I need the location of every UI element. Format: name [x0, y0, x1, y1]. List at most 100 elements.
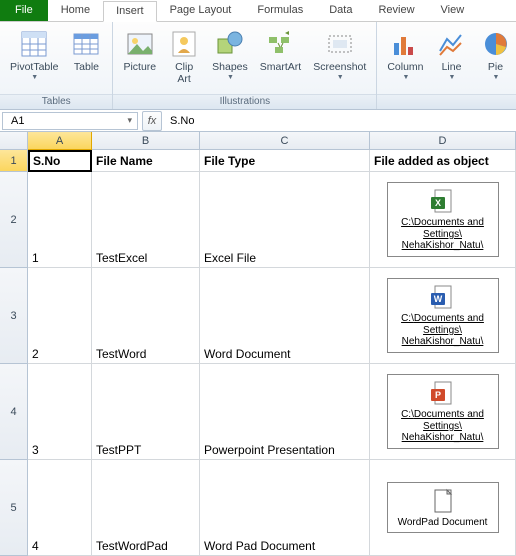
- tab-home[interactable]: Home: [48, 0, 103, 21]
- picture-button[interactable]: Picture: [117, 26, 162, 76]
- clipart-icon: [168, 28, 200, 60]
- ribbon-tabs: File Home Insert Page Layout Formulas Da…: [0, 0, 516, 22]
- dropdown-icon: ▼: [337, 74, 344, 81]
- tab-pagelayout[interactable]: Page Layout: [157, 0, 245, 21]
- col-header-C[interactable]: C: [200, 132, 370, 150]
- screenshot-icon: [324, 28, 356, 60]
- dropdown-icon: ▼: [449, 74, 456, 81]
- object-path-label: C:\Documents and Settings\NehaKishor_Nat…: [390, 313, 496, 348]
- pivottable-icon: [18, 28, 50, 60]
- cell-D1[interactable]: File added as object: [370, 150, 516, 172]
- smartart-button[interactable]: SmartArt: [254, 26, 307, 76]
- dropdown-icon: ▼: [227, 74, 234, 81]
- pie-label: Pie: [488, 62, 503, 74]
- cell-D4[interactable]: P C:\Documents and Settings\NehaKishor_Na…: [370, 364, 516, 460]
- word-file-icon: W: [429, 283, 457, 311]
- name-box[interactable]: A1: [2, 112, 138, 130]
- col-header-B[interactable]: B: [92, 132, 200, 150]
- group-tables-label: Tables: [0, 94, 112, 109]
- line-chart-button[interactable]: Line▼: [430, 26, 474, 83]
- row-header-3[interactable]: 3: [0, 268, 28, 364]
- cell-C3[interactable]: Word Document: [200, 268, 370, 364]
- screenshot-label: Screenshot: [313, 62, 366, 74]
- column-chart-icon: [389, 28, 421, 60]
- embedded-object-ppt[interactable]: P C:\Documents and Settings\NehaKishor_Na…: [387, 374, 499, 449]
- table-button[interactable]: Table: [64, 26, 108, 76]
- group-charts-label: Char: [377, 94, 516, 109]
- fx-button[interactable]: fx: [142, 111, 162, 131]
- pivottable-label: PivotTable: [10, 62, 58, 74]
- select-all-corner[interactable]: [0, 132, 28, 150]
- row-header-4[interactable]: 4: [0, 364, 28, 460]
- cell-D5[interactable]: WordPad Document: [370, 460, 516, 556]
- cell-B2[interactable]: TestExcel: [92, 172, 200, 268]
- shapes-icon: [214, 28, 246, 60]
- picture-icon: [124, 28, 156, 60]
- cell-D3[interactable]: W C:\Documents and Settings\NehaKishor_Na…: [370, 268, 516, 364]
- clipart-label: Clip Art: [175, 62, 193, 85]
- formula-input[interactable]: S.No: [164, 113, 516, 129]
- smartart-label: SmartArt: [260, 62, 301, 74]
- tab-view[interactable]: View: [428, 0, 478, 21]
- embedded-object-wordpad[interactable]: WordPad Document: [387, 482, 499, 534]
- svg-text:W: W: [433, 294, 442, 304]
- row-header-1[interactable]: 1: [0, 150, 28, 172]
- group-charts: Column▼ Line▼ Pie▼ Ba Char: [377, 22, 516, 109]
- col-header-D[interactable]: D: [370, 132, 516, 150]
- pie-chart-icon: [480, 28, 512, 60]
- line-chart-icon: [436, 28, 468, 60]
- screenshot-button[interactable]: Screenshot▼: [307, 26, 372, 83]
- cell-A1[interactable]: S.No: [28, 150, 92, 172]
- dropdown-icon: ▼: [31, 74, 38, 81]
- tab-data[interactable]: Data: [316, 0, 365, 21]
- worksheet: ABCD 1S.NoFile NameFile TypeFile added as…: [0, 132, 516, 556]
- row-header-5[interactable]: 5: [0, 460, 28, 556]
- col-header-A[interactable]: A: [28, 132, 92, 150]
- cell-A3[interactable]: 2: [28, 268, 92, 364]
- cell-C2[interactable]: Excel File: [200, 172, 370, 268]
- dropdown-icon: ▼: [402, 74, 409, 81]
- column-label: Column: [387, 62, 423, 74]
- row-header-2[interactable]: 2: [0, 172, 28, 268]
- table-icon: [70, 28, 102, 60]
- picture-label: Picture: [123, 62, 156, 74]
- object-path-label: C:\Documents and Settings\NehaKishor_Nat…: [390, 409, 496, 444]
- shapes-button[interactable]: Shapes▼: [206, 26, 254, 83]
- table-label: Table: [74, 62, 99, 74]
- formula-bar: A1 fx S.No: [0, 110, 516, 132]
- tab-formulas[interactable]: Formulas: [244, 0, 316, 21]
- cell-B3[interactable]: TestWord: [92, 268, 200, 364]
- cell-A4[interactable]: 3: [28, 364, 92, 460]
- smartart-icon: [264, 28, 296, 60]
- pie-chart-button[interactable]: Pie▼: [474, 26, 516, 83]
- cell-C1[interactable]: File Type: [200, 150, 370, 172]
- dropdown-icon: ▼: [493, 74, 500, 81]
- cell-A5[interactable]: 4: [28, 460, 92, 556]
- wordpad-file-icon: [429, 487, 457, 515]
- svg-text:P: P: [434, 390, 440, 400]
- clipart-button[interactable]: Clip Art: [162, 26, 206, 87]
- tab-file[interactable]: File: [0, 0, 48, 21]
- cell-D2[interactable]: XC:\Documents and Settings\NehaKishor_Na…: [370, 172, 516, 268]
- shapes-label: Shapes: [212, 62, 248, 74]
- cell-A2[interactable]: 1: [28, 172, 92, 268]
- embedded-object-excel[interactable]: XC:\Documents and Settings\NehaKishor_Na…: [387, 182, 499, 257]
- object-path-label: WordPad Document: [398, 517, 488, 529]
- line-label: Line: [442, 62, 462, 74]
- tab-insert[interactable]: Insert: [103, 1, 157, 22]
- embedded-object-word[interactable]: W C:\Documents and Settings\NehaKishor_Na…: [387, 278, 499, 353]
- object-path-label: C:\Documents and Settings\NehaKishor_Nat…: [390, 217, 496, 252]
- group-illustrations: Picture Clip Art Shapes▼ SmartArt: [113, 22, 377, 109]
- excel-file-icon: X: [429, 187, 457, 215]
- group-tables: PivotTable▼ Table Tables: [0, 22, 113, 109]
- cell-C5[interactable]: Word Pad Document: [200, 460, 370, 556]
- cell-B5[interactable]: TestWordPad: [92, 460, 200, 556]
- cell-C4[interactable]: Powerpoint Presentation: [200, 364, 370, 460]
- group-illustrations-label: Illustrations: [113, 94, 376, 109]
- pivottable-button[interactable]: PivotTable▼: [4, 26, 64, 83]
- ribbon: PivotTable▼ Table Tables Picture: [0, 22, 516, 110]
- tab-review[interactable]: Review: [365, 0, 427, 21]
- cell-B4[interactable]: TestPPT: [92, 364, 200, 460]
- cell-B1[interactable]: File Name: [92, 150, 200, 172]
- column-chart-button[interactable]: Column▼: [381, 26, 429, 83]
